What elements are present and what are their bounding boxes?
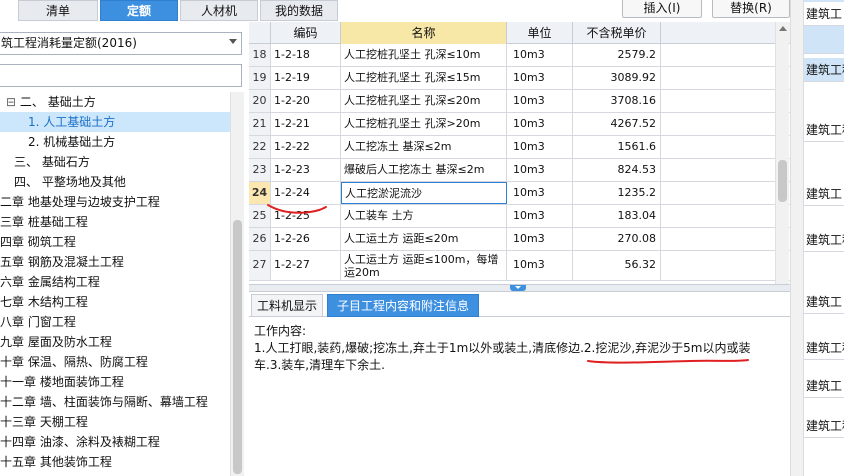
red-annotation-marks <box>267 204 749 364</box>
app-window: 清单 定额 人材机 我的数据 插入(I) 替换(R) 筑工程消耗量定额(2016… <box>0 0 844 476</box>
underline-mark-text <box>587 359 749 364</box>
underline-mark-grid <box>267 204 327 214</box>
